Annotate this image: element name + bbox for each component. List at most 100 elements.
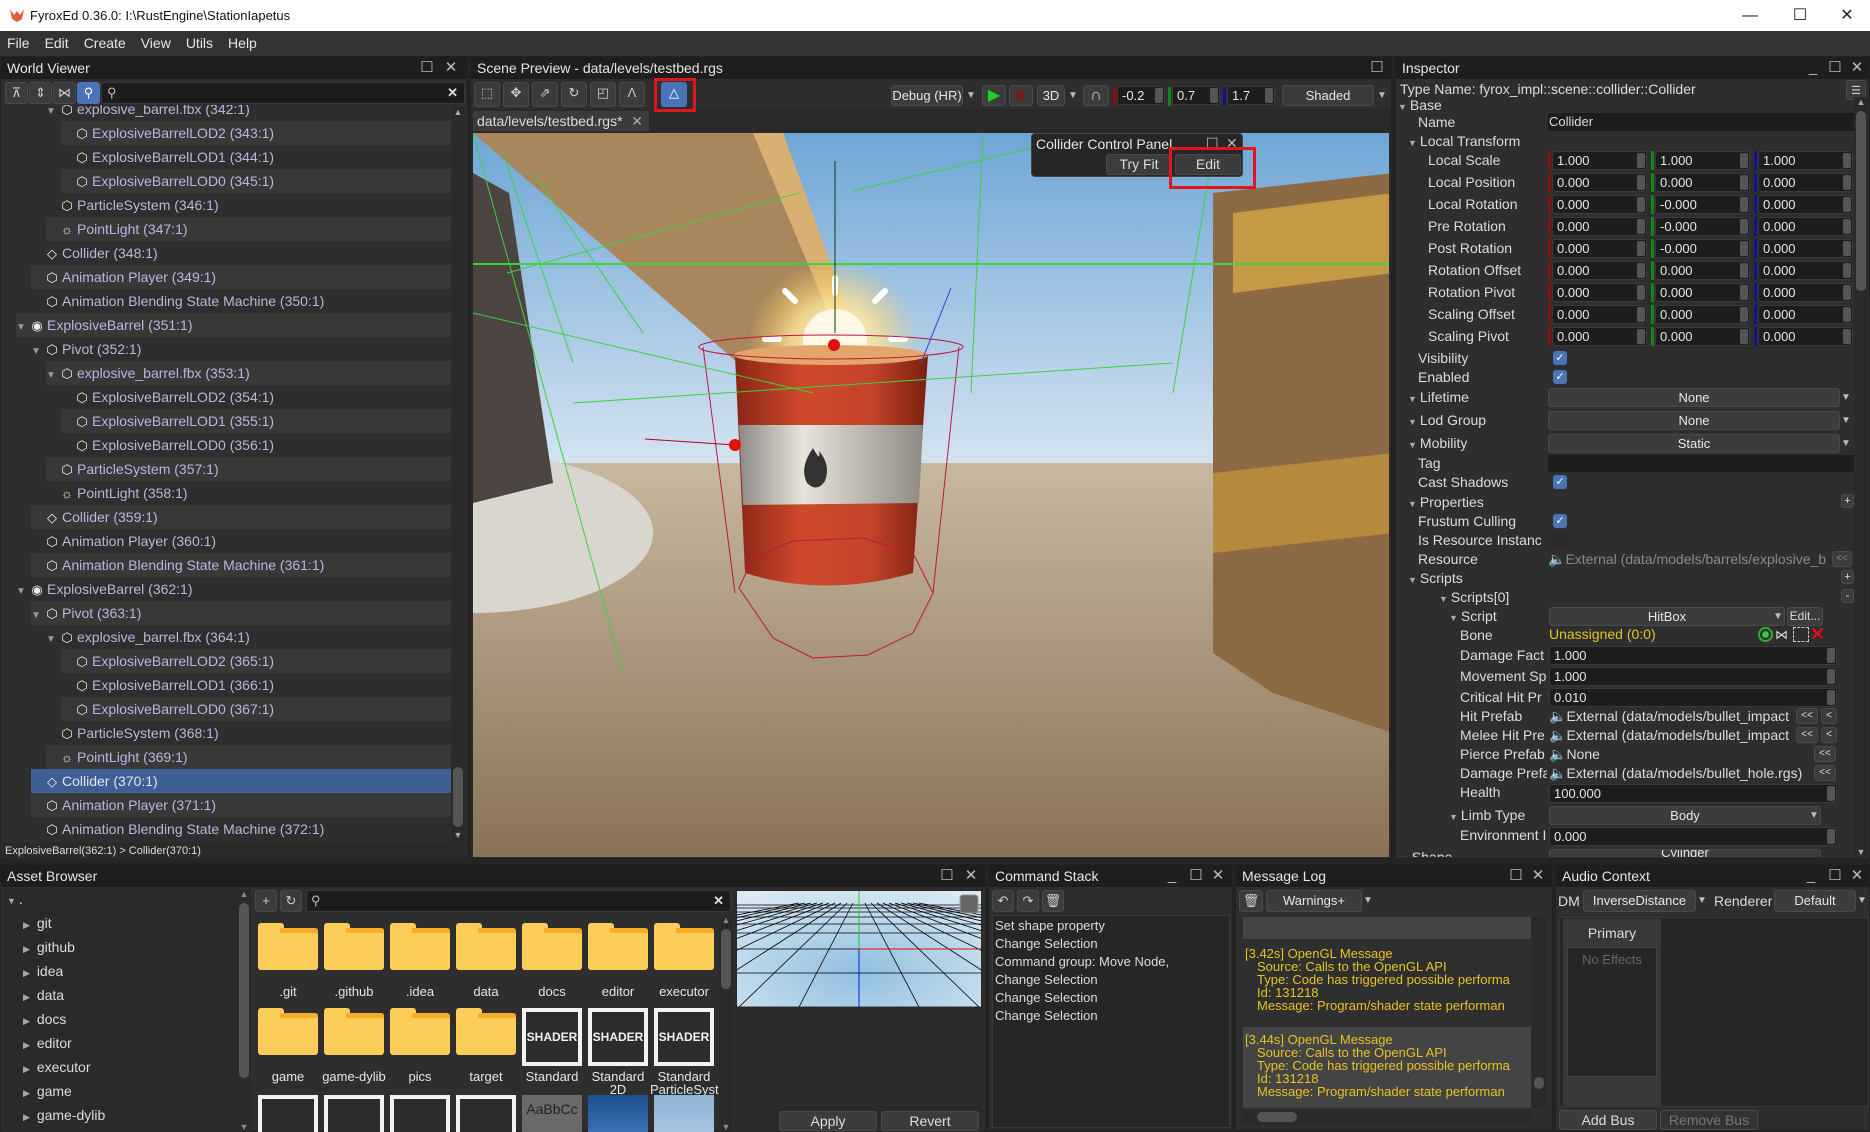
spinner-icon[interactable]: [1843, 285, 1851, 300]
asset-thumbnail[interactable]: [390, 1095, 450, 1132]
spinner-icon[interactable]: [1740, 175, 1748, 190]
spinner-icon[interactable]: [1637, 153, 1645, 168]
tree-item[interactable]: ☼ PointLight (347:1): [46, 217, 451, 241]
menu-help[interactable]: Help: [221, 31, 265, 51]
menu-utils[interactable]: Utils: [179, 31, 221, 51]
command-item[interactable]: Change Selection: [995, 1008, 1098, 1023]
log-vertical-scrollbar[interactable]: [1532, 917, 1546, 1108]
asset-item[interactable]: game-dylib: [321, 1008, 387, 1093]
clear-trash-icon[interactable]: 🗑: [1042, 890, 1064, 912]
transform-y-input[interactable]: 1.000: [1655, 151, 1750, 170]
scroll-up-icon[interactable]: ▲: [720, 915, 732, 925]
spinner-icon[interactable]: [1843, 263, 1851, 278]
mobility-label[interactable]: ▼ Mobility: [1408, 435, 1467, 451]
minimize-panel-icon[interactable]: _: [1162, 865, 1182, 887]
log-entry[interactable]: [3.42s] OpenGL Message Source: Calls to t…: [1243, 941, 1531, 1025]
close-panel-icon[interactable]: ✕: [1208, 865, 1228, 887]
renderer-dropdown[interactable]: Default ▼: [1774, 890, 1867, 912]
enabled-checkbox[interactable]: ✓: [1553, 370, 1567, 384]
menu-view[interactable]: View: [134, 31, 179, 51]
expand-arrow-icon[interactable]: ▼: [16, 580, 29, 604]
asset-thumbnail[interactable]: [324, 1095, 384, 1132]
scene-tree-scrollbar[interactable]: ▲ ▼: [451, 107, 465, 842]
folder-tree-item[interactable]: ▶ docs: [23, 1011, 66, 1027]
transform-y-input[interactable]: 0.000: [1655, 261, 1750, 280]
expand-arrow-icon[interactable]: ▶: [23, 920, 30, 930]
folder-tree-item[interactable]: ▶ github: [23, 939, 75, 955]
clear-node-icon[interactable]: ✕: [1810, 624, 1826, 644]
play-button[interactable]: ▶: [982, 85, 1006, 106]
scroll-thumb[interactable]: [721, 929, 731, 989]
transform-y-input[interactable]: -0.000: [1655, 195, 1750, 214]
collapse-all-button[interactable]: ⊼: [5, 82, 28, 104]
remove-script-button[interactable]: -: [1841, 589, 1854, 603]
texture-asset-icon[interactable]: [588, 1095, 648, 1132]
asset-item[interactable]: .git: [255, 923, 321, 1008]
fullscreen-icon[interactable]: [959, 894, 979, 914]
close-panel-icon[interactable]: ✕: [441, 57, 461, 79]
log-horizontal-scrollbar[interactable]: [1243, 1110, 1531, 1124]
spinner-icon[interactable]: [1740, 153, 1748, 168]
scene-tab[interactable]: data/levels/testbed.rgs* ✕: [473, 111, 649, 131]
transform-z-input[interactable]: 0.000: [1758, 239, 1853, 258]
transform-x-input[interactable]: 0.000: [1552, 261, 1647, 280]
bus-primary[interactable]: Primary No Effects: [1563, 919, 1661, 1107]
lod-group-dropdown[interactable]: None ▼: [1548, 411, 1851, 430]
tree-item[interactable]: ⬡ ParticleSystem (368:1): [46, 721, 451, 745]
lifetime-label[interactable]: ▼ Lifetime: [1408, 389, 1469, 405]
collapse-selected-button[interactable]: ⋈: [53, 82, 76, 104]
close-panel-icon[interactable]: ✕: [1528, 865, 1548, 887]
spinner-icon[interactable]: [1637, 241, 1645, 256]
add-bus-button[interactable]: Add Bus: [1559, 1110, 1657, 1130]
transform-x-input[interactable]: 0.000: [1552, 173, 1647, 192]
asset-item[interactable]: .github: [321, 923, 387, 1008]
movement-speed-input[interactable]: 1.000: [1549, 667, 1837, 686]
mobility-dropdown[interactable]: Static ▼: [1548, 434, 1851, 453]
scroll-thumb[interactable]: [1534, 1077, 1544, 1089]
menu-file[interactable]: File: [0, 31, 38, 51]
track-selection-button[interactable]: ⚲: [77, 82, 100, 104]
damage-factor-input[interactable]: 1.000: [1549, 646, 1837, 665]
assign-melee-hit-button[interactable]: <: [1821, 727, 1837, 743]
menu-edit[interactable]: Edit: [38, 31, 77, 51]
folder-root[interactable]: ▼.: [7, 891, 23, 907]
folder-tree-item[interactable]: ▶ game: [23, 1083, 72, 1099]
camera-x-input[interactable]: -0.2: [1117, 86, 1165, 105]
lod-group-label[interactable]: ▼ Lod Group: [1408, 412, 1486, 428]
apply-button[interactable]: Apply: [779, 1111, 877, 1131]
expand-arrow-icon[interactable]: ▼: [46, 364, 59, 388]
clear-log-trash-icon[interactable]: 🗑: [1239, 890, 1263, 912]
clear-search-icon[interactable]: ✕: [713, 893, 724, 909]
locate-node-icon[interactable]: ⋈: [1775, 627, 1791, 642]
spinner-icon[interactable]: [1843, 197, 1851, 212]
collider-handle[interactable]: [729, 439, 741, 451]
refresh-icon[interactable]: ↻: [280, 890, 302, 912]
spinner-icon[interactable]: [1740, 241, 1748, 256]
maximize-panel-icon[interactable]: ☐: [1825, 57, 1845, 79]
is-resource-instance-checkbox[interactable]: [1553, 533, 1567, 547]
command-item[interactable]: Command group: Move Node,: [995, 954, 1169, 969]
tree-item[interactable]: ◇ Collider (348:1): [31, 241, 451, 265]
spinner-icon[interactable]: [1843, 307, 1851, 322]
environment-input[interactable]: 0.000: [1549, 827, 1837, 846]
asset-thumbnail[interactable]: [258, 1095, 318, 1132]
spinner-icon[interactable]: [1843, 153, 1851, 168]
scroll-down-icon[interactable]: ▼: [1855, 847, 1867, 857]
maximize-panel-icon[interactable]: ☐: [1186, 865, 1206, 887]
frustum-culling-checkbox[interactable]: ✓: [1553, 514, 1567, 528]
spinner-icon[interactable]: [1843, 329, 1851, 344]
tree-item[interactable]: ⬡ ExplosiveBarrelLOD0 (356:1): [61, 433, 451, 457]
asset-item[interactable]: SHADER Standard ParticleSystem: [650, 1008, 723, 1096]
close-panel-icon[interactable]: ✕: [1847, 865, 1867, 887]
maximize-panel-icon[interactable]: ☐: [1367, 57, 1387, 79]
transform-x-input[interactable]: 0.000: [1552, 239, 1647, 258]
section-properties[interactable]: ▼ Properties: [1408, 494, 1484, 510]
tree-item[interactable]: ▼ ⬡ explosive_barrel.fbx (342:1): [46, 105, 451, 121]
tag-field[interactable]: [1548, 455, 1854, 472]
remove-bus-button[interactable]: Remove Bus: [1660, 1110, 1758, 1130]
spinner-icon[interactable]: [1637, 285, 1645, 300]
asset-item[interactable]: .idea: [387, 923, 453, 1008]
transform-x-input[interactable]: 0.000: [1552, 195, 1647, 214]
spinner-icon[interactable]: [1843, 219, 1851, 234]
inspector-scrollbar[interactable]: ▲ ▼: [1854, 97, 1868, 857]
